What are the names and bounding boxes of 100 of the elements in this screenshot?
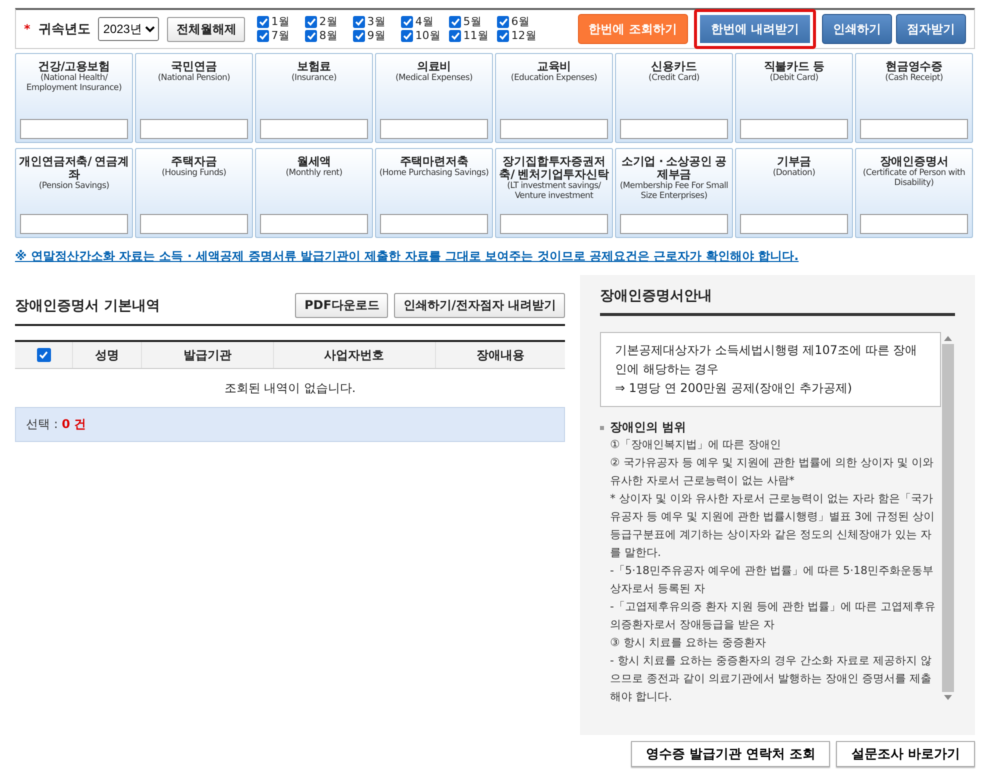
category-subtitle: (Housing Funds) xyxy=(162,168,226,180)
amount-field[interactable] xyxy=(620,119,728,139)
category-title: 소기업 · 소상공인 공제부금 xyxy=(620,155,728,181)
month-checkbox[interactable] xyxy=(401,30,414,42)
category-title: 장애인증명서 xyxy=(880,155,948,168)
section-title: 장애인증명서 기본내역 xyxy=(15,296,160,314)
amount-field[interactable] xyxy=(140,214,248,234)
month-checkbox[interactable] xyxy=(449,16,462,28)
category-tile[interactable]: 주택자금 (Housing Funds) xyxy=(135,148,253,238)
guide-paragraph: ② 국가유공자 등 예우 및 지원에 관한 법률에 의한 상이자 및 이와 유사한 자로서 근로능력이 없는 사람* xyxy=(609,455,934,489)
guide-paragraph: ③ 항시 치료를 요하는 중증환자 xyxy=(609,635,767,651)
amount-field[interactable] xyxy=(140,119,248,139)
month-checkbox[interactable] xyxy=(353,16,366,28)
summary-text: 기본공제대상자가 소득세법시행령 제107조에 따른 장애인에 해당하는 경우 xyxy=(615,342,918,378)
month-checkbox[interactable] xyxy=(305,16,318,28)
action-button[interactable]: 한번에 내려받기 xyxy=(694,9,816,49)
category-title: 신용카드 xyxy=(651,60,697,73)
action-button[interactable]: 인쇄하기 xyxy=(822,14,892,44)
month-checkbox[interactable] xyxy=(497,16,510,28)
amount-field[interactable] xyxy=(380,119,488,139)
category-subtitle: (Debit Card) xyxy=(770,73,818,85)
bullet-icon xyxy=(600,426,604,430)
amount-field[interactable] xyxy=(260,214,368,234)
category-subtitle: (National Pension) xyxy=(158,73,230,85)
category-tile[interactable]: 월세액 (Monthly rent) xyxy=(255,148,373,238)
month-label: 6월 xyxy=(511,15,530,29)
guide-section-title: 장애인의 범위 xyxy=(610,419,686,436)
month-checkbox[interactable] xyxy=(257,30,270,42)
category-tile[interactable]: 보험료 (Insurance) xyxy=(255,53,373,143)
amount-field[interactable] xyxy=(20,119,128,139)
action-button[interactable]: 점자받기 xyxy=(896,14,966,44)
month-checkbox[interactable] xyxy=(449,30,462,42)
category-tile[interactable]: 주택마련저축 (Home Purchasing Savings) xyxy=(375,148,493,238)
month-checkbox[interactable] xyxy=(305,30,318,42)
category-tile[interactable]: 의료비 (Medical Expenses) xyxy=(375,53,493,143)
month-label: 7월 xyxy=(271,29,290,43)
category-tile[interactable]: 기부금 (Donation) xyxy=(735,148,853,238)
amount-field[interactable] xyxy=(620,214,728,234)
amount-field[interactable] xyxy=(380,214,488,234)
category-tile[interactable]: 소기업 · 소상공인 공제부금 (Membership Fee For Small Size Enterprises) xyxy=(615,148,733,238)
category-title: 장기집합투자증권저축/ 벤처기업투자신탁 xyxy=(499,155,609,181)
guide-paragraph: ①「장애인복지법」에 따른 장애인 xyxy=(609,437,782,453)
category-tile[interactable]: 신용카드 (Credit Card) xyxy=(615,53,733,143)
category-title: 보험료 xyxy=(296,60,332,73)
amount-field[interactable] xyxy=(500,214,608,234)
scroll-up-icon[interactable] xyxy=(944,335,952,341)
category-subtitle: (Membership Fee For Small Size Enterprises) xyxy=(619,181,729,203)
column-header: 사업자번호 xyxy=(273,341,436,368)
column-header: 성명 xyxy=(72,341,142,368)
select-all-checkbox[interactable] xyxy=(36,348,50,362)
month-label: 9월 xyxy=(367,29,386,43)
category-subtitle: (Home Purchasing Savings) xyxy=(379,168,489,180)
month-checkbox[interactable] xyxy=(353,30,366,42)
category-tile[interactable]: 개인연금저축/ 연금계좌 (Pension Savings) xyxy=(15,148,133,238)
category-title: 건강/고용보험 xyxy=(38,60,110,73)
category-title: 현금영수증 xyxy=(885,60,942,73)
amount-field[interactable] xyxy=(860,119,968,139)
clear-months-button[interactable]: 전체월해제 xyxy=(167,16,246,42)
notice-link[interactable]: ※ 연말정산간소화 자료는 소득 · 세액공제 증명서류 발급기관이 제출한 자료를 그대로 보여주는 것이므로 공제요건은 근로자가 확인해야 합니다. xyxy=(15,248,799,265)
category-subtitle: (LT investment savings/ Venture investment xyxy=(506,181,602,203)
category-tile[interactable]: 건강/고용보험 (National Health/ Employment Insurance) xyxy=(15,53,133,143)
download-button[interactable]: 인쇄하기/전자점자 내려받기 xyxy=(394,293,565,318)
month-checkbox[interactable] xyxy=(401,16,414,28)
guide-paragraph: -「고엽제후유의증 환자 지원 등에 관한 법률」에 따른 고엽제후유의증환자로서 장애등급을 받은 자 xyxy=(609,599,936,633)
category-tile[interactable]: 직불카드 등 (Debit Card) xyxy=(735,53,853,143)
amount-field[interactable] xyxy=(740,119,848,139)
category-title: 주택자금 xyxy=(171,155,217,168)
category-subtitle: (Monthly rent) xyxy=(286,168,342,180)
month-checkbox[interactable] xyxy=(257,16,270,28)
category-subtitle: (Insurance) xyxy=(291,73,337,85)
category-title: 교육비 xyxy=(536,60,572,73)
category-subtitle: (Education Expenses) xyxy=(510,73,598,85)
footer-button[interactable]: 설문조사 바로가기 xyxy=(836,741,975,767)
guide-paragraph: * 상이자 및 이와 유사한 자로서 근로능력이 없는 자라 함은「국가유공자 등 예우 및 지원에 관한 법률시행령」별표 3에 규정된 상이등급구분표에 계기하는 상이자와 같은 정도의 신체장애가 있는 자를 말한다. xyxy=(609,491,936,561)
year-select[interactable]: 2023년 xyxy=(98,17,160,41)
month-label: 10월 xyxy=(415,29,440,43)
category-subtitle: (Certificate of Person with Disability) xyxy=(862,168,966,190)
category-tile[interactable]: 장애인증명서 (Certificate of Person with Disability) xyxy=(855,148,973,238)
amount-field[interactable] xyxy=(740,214,848,234)
empty-message: 조회된 내역이 없습니다. xyxy=(224,380,356,394)
category-title: 의료비 xyxy=(416,60,452,73)
scroll-down-icon[interactable] xyxy=(944,695,952,701)
category-tile[interactable]: 교육비 (Education Expenses) xyxy=(495,53,613,143)
category-tile[interactable]: 장기집합투자증권저축/ 벤처기업투자신탁 (LT investment savings/ Venture investment xyxy=(495,148,613,238)
amount-field[interactable] xyxy=(500,119,608,139)
month-checkbox[interactable] xyxy=(497,30,510,42)
download-button[interactable]: PDF다운로드 xyxy=(295,293,388,318)
column-header: 장애내용 xyxy=(435,341,565,368)
column-header: 발급기관 xyxy=(142,341,274,368)
amount-field[interactable] xyxy=(20,214,128,234)
category-tile[interactable]: 국민연금 (National Pension) xyxy=(135,53,253,143)
selection-label: 선택 : xyxy=(26,417,58,431)
category-subtitle: (Medical Expenses) xyxy=(396,73,472,85)
footer-button[interactable]: 영수증 발급기관 연락처 조회 xyxy=(630,741,830,767)
amount-field[interactable] xyxy=(260,119,368,139)
guide-title: 장애인증명서안내 xyxy=(600,287,955,316)
amount-field[interactable] xyxy=(860,214,968,234)
category-tile[interactable]: 현금영수증 (Cash Receipt) xyxy=(855,53,973,143)
category-title: 직불카드 등 xyxy=(764,60,824,73)
category-title: 기부금 xyxy=(776,155,812,168)
